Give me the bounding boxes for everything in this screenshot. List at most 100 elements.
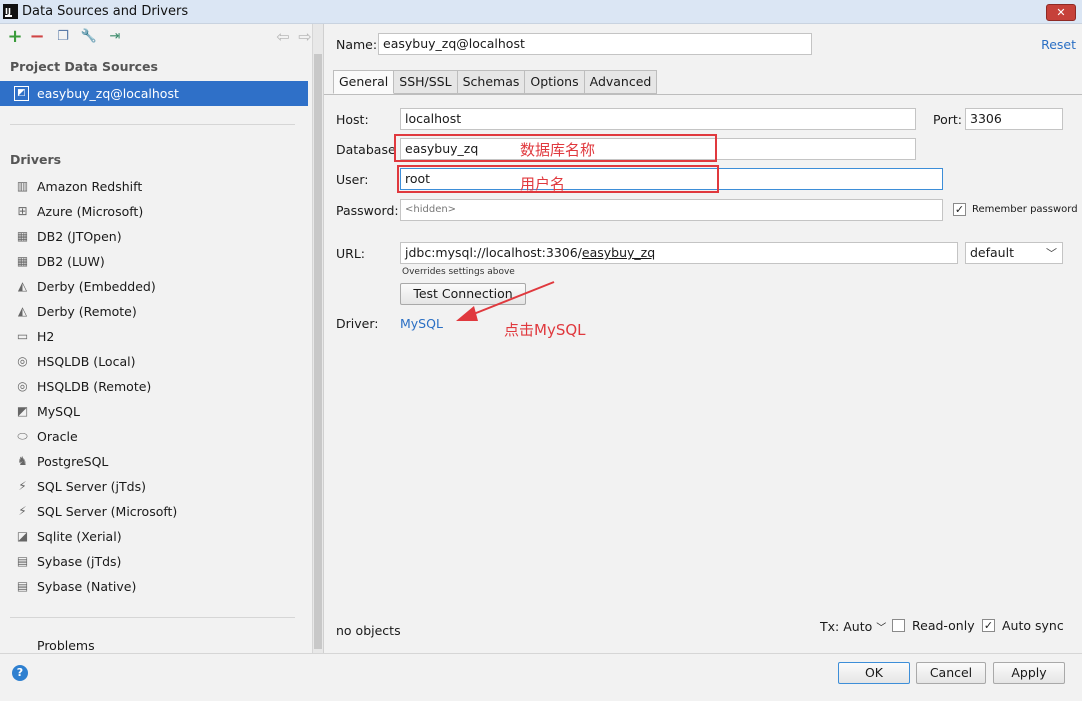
port-label: Port: [933,112,962,127]
auto-sync-label: Auto sync [1002,618,1064,633]
db2-icon: ▦ [16,229,29,243]
sqlserver-icon: ⚡ [18,479,27,493]
driver-item[interactable]: ▦ DB2 (JTOpen) [0,224,308,249]
chevron-down-icon: ﹀ [876,623,887,634]
driver-label: SQL Server (Microsoft) [37,504,178,519]
tab-options[interactable]: Options [525,70,585,94]
driver-label: Sybase (Native) [37,579,137,594]
sidebar-scrollbar[interactable] [312,24,323,653]
driver-link-mysql[interactable]: MySQL [400,316,443,331]
driver-item[interactable]: ◎ HSQLDB (Local) [0,349,308,374]
close-button[interactable]: ✕ [1046,4,1076,21]
tab-advanced[interactable]: Advanced [584,70,658,94]
driver-label: Sqlite (Xerial) [37,529,122,544]
driver-item[interactable]: ◪ Sqlite (Xerial) [0,524,308,549]
derby-hat-icon: ◭ [17,279,28,293]
sqlserver-icon: ⚡ [18,504,27,518]
url-label: URL: [336,246,366,261]
data-source-item-selected[interactable]: ◩ easybuy_zq@localhost [0,81,308,106]
port-field[interactable]: 3306 [965,108,1063,130]
driver-item[interactable]: ◩ MySQL [0,399,308,424]
divider [10,124,295,125]
sybase-icon: ▤ [16,554,29,568]
auto-sync-checkbox[interactable]: ✓ [982,619,995,632]
objects-status: no objects [336,623,401,638]
redshift-icon: ▥ [16,179,29,193]
driver-item[interactable]: ▭ H2 [0,324,308,349]
tab-ssh-ssl[interactable]: SSH/SSL [394,70,458,94]
import-icon[interactable]: ⇥ [106,28,124,46]
dialog-button-bar: ? OK Cancel Apply [0,653,1082,701]
driver-item[interactable]: ⚡ SQL Server (jTds) [0,474,308,499]
project-data-sources-heading: Project Data Sources [10,59,158,74]
read-only-checkbox[interactable] [892,619,905,632]
tab-general[interactable]: General [333,70,395,94]
driver-label: Derby (Embedded) [37,279,156,294]
tx-mode-dropdown[interactable]: Tx: Auto ﹀ [820,619,886,634]
problems-item[interactable]: Problems [37,638,95,653]
remove-icon[interactable]: − [28,28,46,46]
back-arrow-icon[interactable]: ⇦ [274,28,292,46]
apply-button[interactable]: Apply [993,662,1065,684]
left-panel: + − ❐ 🔧 ⇥ ⇦ ⇨ Project Data Sources ◩ eas… [0,24,312,653]
name-field[interactable]: easybuy_zq@localhost [378,33,812,55]
driver-label: SQL Server (jTds) [37,479,146,494]
host-field[interactable]: localhost [400,108,916,130]
driver-properties-icon[interactable]: 🔧 [80,28,98,46]
derby-hat-icon: ◭ [17,304,28,318]
url-mode-value: default [970,245,1014,260]
driver-item[interactable]: ⊞ Azure (Microsoft) [0,199,308,224]
driver-item[interactable]: ♞ PostgreSQL [0,449,308,474]
tab-bar: General SSH/SSL Schemas Options Advanced [333,70,658,94]
password-field[interactable]: <hidden> [400,199,943,221]
driver-item[interactable]: ⚡ SQL Server (Microsoft) [0,499,308,524]
azure-icon: ⊞ [17,204,28,218]
cancel-button[interactable]: Cancel [916,662,986,684]
url-database: easybuy_zq [581,245,656,260]
driver-item[interactable]: ▤ Sybase (Native) [0,574,308,599]
host-label: Host: [336,112,369,127]
driver-label: Sybase (jTds) [37,554,122,569]
chevron-down-icon: ﹀ [1046,247,1057,260]
annotation-arrow-icon [456,281,555,321]
database-annotation: 数据库名称 [520,141,596,159]
driver-label: H2 [37,329,55,344]
url-prefix: jdbc:mysql://localhost:3306/ [405,245,582,260]
sybase-icon: ▤ [16,579,29,593]
url-field[interactable]: jdbc:mysql://localhost:3306/easybuy_zq [400,242,958,264]
remember-password-checkbox[interactable]: ✓ [953,203,966,216]
driver-label: MySQL [37,404,80,419]
sqlite-icon: ◪ [16,529,29,543]
ok-button[interactable]: OK [838,662,910,684]
driver-label: DB2 (LUW) [37,254,105,269]
driver-label: HSQLDB (Remote) [37,379,152,394]
add-icon[interactable]: + [6,28,24,46]
driver-label: DB2 (JTOpen) [37,229,122,244]
divider [10,617,295,618]
driver-item[interactable]: ◭ Derby (Remote) [0,299,308,324]
driver-item[interactable]: ◎ HSQLDB (Remote) [0,374,308,399]
title-bar: IJ Data Sources and Drivers ✕ [0,0,1082,24]
driver-item[interactable]: ▥ Amazon Redshift [0,174,308,199]
scrollbar-thumb[interactable] [314,54,322,649]
driver-label: Amazon Redshift [37,179,143,194]
driver-label: PostgreSQL [37,454,109,469]
url-mode-select[interactable]: default ﹀ [965,242,1063,264]
tab-schemas[interactable]: Schemas [457,70,526,94]
driver-item[interactable]: ▤ Sybase (jTds) [0,549,308,574]
drivers-list: ▥ Amazon Redshift ⊞ Azure (Microsoft) ▦ DB2 (… [0,174,308,599]
driver-item[interactable]: ◭ Derby (Embedded) [0,274,308,299]
name-label: Name: [336,37,378,52]
driver-label: Oracle [37,429,78,444]
driver-item[interactable]: ▦ DB2 (LUW) [0,249,308,274]
help-icon[interactable]: ? [12,665,28,681]
driver-label: Driver: [336,316,379,331]
reset-link[interactable]: Reset [1041,37,1076,52]
driver-item[interactable]: ⬭ Oracle [0,424,308,449]
mysql-icon: ◩ [14,86,29,101]
duplicate-icon[interactable]: ❐ [54,28,72,46]
remember-password-label: Remember password [972,204,1078,215]
user-annotation: 用户名 [520,175,566,193]
right-panel: Name: easybuy_zq@localhost Reset General… [323,24,1082,653]
postgresql-icon: ♞ [17,454,28,468]
